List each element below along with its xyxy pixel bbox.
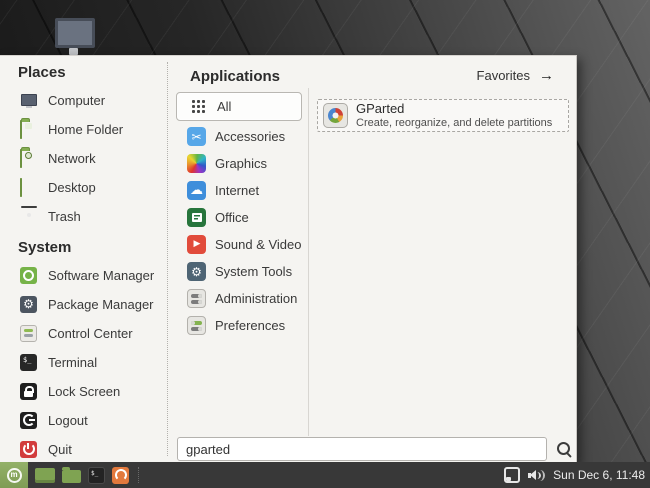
category-label: Administration bbox=[215, 291, 298, 306]
system-item-label: Terminal bbox=[48, 355, 98, 370]
system-item-quit[interactable]: Quit bbox=[14, 435, 164, 464]
window-list-icon[interactable] bbox=[504, 467, 521, 483]
control-center-icon bbox=[20, 324, 38, 343]
column-separator-solid bbox=[308, 88, 309, 436]
show-desktop-icon[interactable] bbox=[35, 467, 55, 483]
category-label: Office bbox=[215, 210, 249, 225]
category-internet[interactable]: ☁ Internet bbox=[176, 177, 302, 204]
result-subtitle: Create, reorganize, and delete partition… bbox=[356, 116, 553, 129]
category-office[interactable]: Office bbox=[176, 204, 302, 231]
column-separator-dotted bbox=[167, 62, 168, 456]
system-item-software-manager[interactable]: Software Manager bbox=[14, 261, 164, 290]
places-item-desktop[interactable]: Desktop bbox=[14, 173, 164, 202]
file-manager-icon[interactable] bbox=[62, 466, 81, 483]
category-administration[interactable]: Administration bbox=[176, 285, 302, 312]
category-label: Internet bbox=[215, 183, 260, 198]
system-item-label: Lock Screen bbox=[48, 384, 121, 399]
computer-icon bbox=[20, 92, 38, 110]
category-accessories[interactable]: ✂ Accessories bbox=[176, 123, 302, 150]
category-all[interactable]: All bbox=[176, 92, 302, 121]
system-item-label: Control Center bbox=[48, 326, 133, 341]
lock-screen-icon bbox=[20, 382, 38, 401]
taskbar: m Sun Dec 6, 11:48 bbox=[0, 462, 650, 488]
places-item-network[interactable]: Network bbox=[14, 144, 164, 173]
monitor-stand-shape bbox=[69, 48, 78, 55]
category-graphics[interactable]: Graphics bbox=[176, 150, 302, 177]
preferences-icon bbox=[187, 316, 206, 335]
system-item-label: Quit bbox=[48, 442, 72, 457]
favorites-label: Favorites bbox=[476, 68, 530, 83]
system-tools-icon: ⚙ bbox=[187, 262, 206, 281]
places-item-home-folder[interactable]: Home Folder bbox=[14, 115, 164, 144]
clock[interactable]: Sun Dec 6, 11:48 bbox=[553, 468, 645, 482]
monitor-shape bbox=[55, 18, 95, 48]
places-item-label: Network bbox=[48, 151, 96, 166]
system-item-label: Logout bbox=[48, 413, 88, 428]
graphics-icon bbox=[187, 154, 206, 173]
screen: Places Computer Home Folder Network Desk… bbox=[0, 0, 650, 488]
internet-icon: ☁ bbox=[187, 181, 206, 200]
logout-icon bbox=[20, 411, 38, 430]
category-list: All ✂ Accessories Graphics ☁ Internet Of… bbox=[176, 92, 302, 339]
mint-menu-button[interactable]: m bbox=[0, 462, 28, 488]
home-folder-icon bbox=[20, 119, 38, 139]
gparted-icon bbox=[323, 103, 348, 128]
places-item-label: Desktop bbox=[48, 180, 96, 195]
network-icon bbox=[20, 148, 38, 168]
category-label: All bbox=[217, 99, 232, 114]
software-manager-icon bbox=[20, 266, 38, 285]
mint-logo-icon: m bbox=[6, 467, 22, 483]
all-grid-icon bbox=[192, 99, 206, 114]
favorites-button[interactable]: Favorites → bbox=[477, 68, 554, 83]
places-item-computer[interactable]: Computer bbox=[14, 86, 164, 115]
category-sound-video[interactable]: ▶ Sound & Video bbox=[176, 231, 302, 258]
places-item-label: Home Folder bbox=[48, 122, 124, 137]
category-label: Preferences bbox=[215, 318, 286, 333]
system-tray: Sun Dec 6, 11:48 bbox=[504, 462, 645, 488]
category-system-tools[interactable]: ⚙ System Tools bbox=[176, 258, 302, 285]
system-item-terminal[interactable]: $_ Terminal bbox=[14, 348, 164, 377]
places-header: Places bbox=[18, 64, 66, 81]
mint-menu-panel: Places Computer Home Folder Network Desk… bbox=[0, 55, 577, 463]
category-label: System Tools bbox=[215, 264, 293, 279]
system-item-label: Software Manager bbox=[48, 268, 155, 283]
system-item-logout[interactable]: Logout bbox=[14, 406, 164, 435]
system-header: System bbox=[18, 239, 72, 256]
applications-header: Applications bbox=[190, 68, 281, 85]
applications-column: Applications All ✂ Accessories Graphics bbox=[176, 68, 302, 339]
panel-handle[interactable] bbox=[138, 467, 141, 483]
category-label: Accessories bbox=[215, 129, 286, 144]
places-item-label: Computer bbox=[48, 93, 106, 108]
orange-app-icon[interactable] bbox=[112, 466, 129, 484]
search-input[interactable] bbox=[177, 437, 547, 461]
volume-icon[interactable] bbox=[528, 469, 546, 482]
result-item-gparted[interactable]: GParted Create, reorganize, and delete p… bbox=[317, 99, 569, 132]
package-manager-icon: ⚙ bbox=[20, 295, 38, 314]
desktop-icon bbox=[20, 177, 38, 197]
quit-icon bbox=[20, 440, 38, 459]
administration-icon bbox=[187, 289, 206, 308]
system-item-lock-screen[interactable]: Lock Screen bbox=[14, 377, 164, 406]
category-label: Graphics bbox=[215, 156, 268, 171]
category-preferences[interactable]: Preferences bbox=[176, 312, 302, 339]
category-label: Sound & Video bbox=[215, 237, 302, 252]
system-item-control-center[interactable]: Control Center bbox=[14, 319, 164, 348]
right-arrow-icon: → bbox=[539, 67, 554, 84]
office-icon bbox=[187, 208, 206, 227]
desktop-computer-icon[interactable] bbox=[53, 16, 97, 56]
places-item-trash[interactable]: Trash bbox=[14, 202, 164, 231]
sound-video-icon: ▶ bbox=[187, 235, 206, 254]
search-icon bbox=[557, 442, 570, 455]
system-item-package-manager[interactable]: ⚙ Package Manager bbox=[14, 290, 164, 319]
terminal-launcher-icon[interactable] bbox=[88, 466, 105, 484]
places-system-column: Places Computer Home Folder Network Desk… bbox=[14, 64, 164, 464]
terminal-icon: $_ bbox=[20, 353, 38, 372]
trash-icon bbox=[20, 208, 38, 226]
system-item-label: Package Manager bbox=[48, 297, 154, 312]
result-title: GParted bbox=[356, 100, 405, 116]
places-item-label: Trash bbox=[48, 209, 81, 224]
accessories-icon: ✂ bbox=[187, 127, 206, 146]
